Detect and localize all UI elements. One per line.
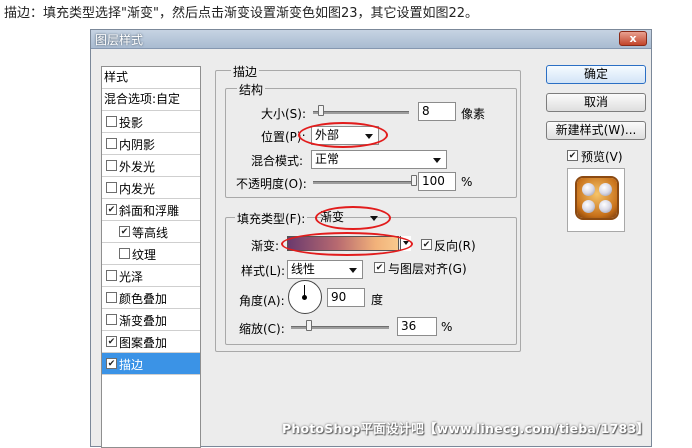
gem-icon bbox=[582, 183, 595, 196]
preview-thumbnail bbox=[577, 178, 617, 218]
style-item-label: 斜面和浮雕 bbox=[119, 204, 180, 218]
gem-icon bbox=[599, 200, 612, 213]
style-item-texture[interactable]: 纹理 bbox=[102, 243, 200, 265]
blend-mode-select-value: 正常 bbox=[315, 152, 340, 166]
style-item-color-overlay[interactable]: 颜色叠加 bbox=[102, 287, 200, 309]
blend-options-item[interactable]: 混合选项:自定 bbox=[102, 89, 200, 111]
color-overlay-checkbox[interactable] bbox=[106, 292, 117, 303]
size-label: 大小(S): bbox=[261, 107, 307, 121]
drop-shadow-checkbox[interactable] bbox=[106, 116, 117, 127]
scale-slider-thumb[interactable] bbox=[305, 320, 312, 331]
fill-type-label: 填充类型(F): bbox=[235, 210, 308, 227]
style-item-label: 颜色叠加 bbox=[119, 292, 168, 306]
style-item-label: 图案叠加 bbox=[119, 336, 168, 350]
angle-label: 角度(A): bbox=[239, 294, 285, 308]
style-item-label: 光泽 bbox=[119, 270, 144, 284]
style-item-contour[interactable]: 等高线 bbox=[102, 221, 200, 243]
blend-mode-label: 混合模式: bbox=[251, 154, 304, 168]
gradient-style-value: 线性 bbox=[291, 262, 316, 276]
size-slider-track[interactable] bbox=[313, 111, 409, 114]
style-item-drop-shadow[interactable]: 投影 bbox=[102, 111, 200, 133]
bevel-emboss-checkbox[interactable] bbox=[106, 204, 117, 215]
highlight-ellipse bbox=[298, 122, 388, 148]
inner-glow-checkbox[interactable] bbox=[106, 182, 117, 193]
stroke-group-title: 描边 bbox=[231, 63, 260, 80]
styles-list: 样式 混合选项:自定 投影 内阴影 外发光 内发光 斜面和浮雕 等高线 纹理 bbox=[101, 66, 201, 448]
structure-group-title: 结构 bbox=[237, 81, 266, 98]
style-item-inner-shadow[interactable]: 内阴影 bbox=[102, 133, 200, 155]
style-label: 样式(L): bbox=[241, 264, 286, 278]
angle-center bbox=[302, 295, 307, 300]
scale-unit: % bbox=[441, 320, 453, 334]
title-bar: 图层样式 x bbox=[91, 30, 651, 49]
chevron-down-icon bbox=[349, 268, 357, 273]
scale-label: 缩放(C): bbox=[239, 322, 285, 336]
gradient-label: 渐变: bbox=[251, 239, 280, 253]
dialog-title: 图层样式 bbox=[95, 33, 144, 47]
gem-icon bbox=[599, 183, 612, 196]
align-with-layer-checkbox[interactable] bbox=[374, 262, 385, 273]
reverse-label: 反向(R) bbox=[434, 239, 476, 253]
contour-checkbox[interactable] bbox=[119, 226, 130, 237]
gradient-style-select[interactable]: 线性 bbox=[287, 260, 363, 279]
opacity-label: 不透明度(O): bbox=[236, 177, 307, 191]
style-item-stroke[interactable]: 描边 bbox=[102, 353, 200, 375]
pattern-overlay-checkbox[interactable] bbox=[106, 336, 117, 347]
style-item-gradient-overlay[interactable]: 渐变叠加 bbox=[102, 309, 200, 331]
style-item-pattern-overlay[interactable]: 图案叠加 bbox=[102, 331, 200, 353]
style-preview bbox=[567, 168, 625, 232]
ok-button[interactable]: 确定 bbox=[546, 65, 646, 84]
gem-icon bbox=[582, 200, 595, 213]
blend-mode-select[interactable]: 正常 bbox=[311, 150, 447, 169]
style-item-label: 投影 bbox=[119, 116, 144, 130]
style-item-label: 内发光 bbox=[119, 182, 156, 196]
highlight-ellipse bbox=[315, 206, 391, 230]
style-item-label: 外发光 bbox=[119, 160, 156, 174]
size-slider-thumb[interactable] bbox=[317, 105, 324, 116]
style-item-outer-glow[interactable]: 外发光 bbox=[102, 155, 200, 177]
opacity-unit: % bbox=[461, 175, 473, 189]
style-item-label: 渐变叠加 bbox=[119, 314, 168, 328]
style-item-bevel-emboss[interactable]: 斜面和浮雕 bbox=[102, 199, 200, 221]
opacity-slider-track[interactable] bbox=[313, 181, 417, 184]
new-style-button[interactable]: 新建样式(W)... bbox=[546, 121, 646, 140]
instruction-caption: 描边：填充类型选择"渐变"，然后点击渐变设置渐变色如图23，其它设置如图22。 bbox=[4, 6, 479, 21]
gradient-overlay-checkbox[interactable] bbox=[106, 314, 117, 325]
angle-input[interactable]: 90 bbox=[327, 288, 365, 307]
chevron-down-icon bbox=[433, 158, 441, 163]
highlight-ellipse bbox=[281, 232, 413, 256]
preview-checkbox[interactable] bbox=[567, 150, 578, 161]
angle-dial[interactable] bbox=[288, 280, 322, 314]
satin-checkbox[interactable] bbox=[106, 270, 117, 281]
watermark: PhotoShop平面设计吧【www.linecg.com/tieba/1783… bbox=[282, 421, 650, 436]
style-item-satin[interactable]: 光泽 bbox=[102, 265, 200, 287]
cancel-button[interactable]: 取消 bbox=[546, 93, 646, 112]
preview-label: 预览(V) bbox=[581, 150, 623, 164]
size-input[interactable]: 8 bbox=[418, 102, 456, 121]
style-item-label: 描边 bbox=[119, 358, 144, 372]
size-unit: 像素 bbox=[461, 107, 486, 121]
layer-style-dialog: 图层样式 x 样式 混合选项:自定 投影 内阴影 外发光 内发光 斜面和浮雕 等… bbox=[90, 29, 652, 448]
texture-checkbox[interactable] bbox=[119, 248, 130, 259]
opacity-slider-thumb[interactable] bbox=[411, 175, 417, 186]
align-with-layer-label: 与图层对齐(G) bbox=[388, 262, 467, 276]
reverse-checkbox[interactable] bbox=[421, 239, 432, 250]
style-item-inner-glow[interactable]: 内发光 bbox=[102, 177, 200, 199]
style-item-label: 内阴影 bbox=[119, 138, 156, 152]
style-item-label: 等高线 bbox=[132, 226, 169, 240]
styles-header[interactable]: 样式 bbox=[102, 67, 200, 89]
close-button[interactable]: x bbox=[619, 31, 647, 46]
stroke-checkbox[interactable] bbox=[106, 358, 117, 369]
angle-unit: 度 bbox=[371, 293, 384, 307]
style-item-label: 纹理 bbox=[132, 248, 157, 262]
outer-glow-checkbox[interactable] bbox=[106, 160, 117, 171]
opacity-input[interactable]: 100 bbox=[418, 172, 456, 191]
scale-input[interactable]: 36 bbox=[397, 317, 437, 336]
inner-shadow-checkbox[interactable] bbox=[106, 138, 117, 149]
